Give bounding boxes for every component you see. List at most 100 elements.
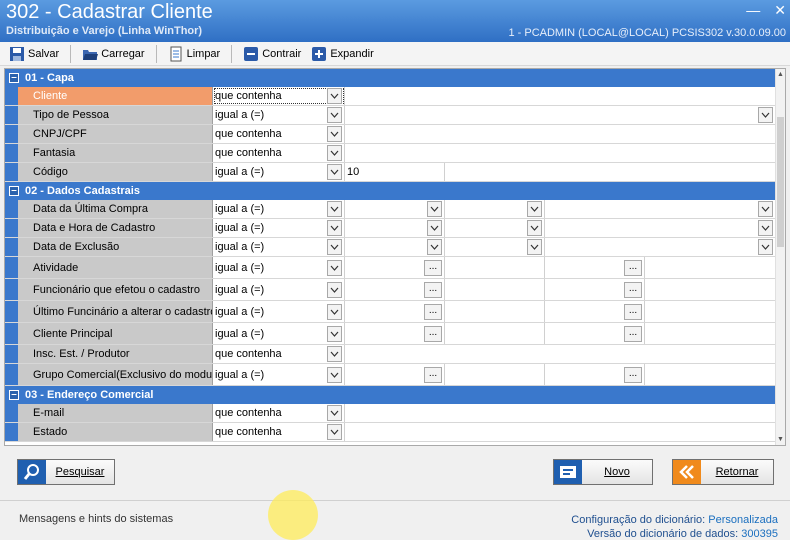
chevron-down-icon[interactable] [527,239,542,255]
operator-select[interactable]: igual a (=) [213,219,345,237]
range-to-desc[interactable] [645,279,775,300]
chevron-down-icon[interactable] [327,346,342,362]
date-from-select[interactable] [345,200,445,218]
chevron-down-icon[interactable] [427,239,442,255]
value-input[interactable] [345,423,775,441]
chevron-down-icon[interactable] [327,259,342,276]
date-to-select[interactable] [545,219,775,237]
field-label[interactable]: Insc. Est. / Produtor [18,345,213,363]
operator-select[interactable]: que contenha [213,423,345,441]
operator-select[interactable]: que contenha [213,87,345,105]
chevron-down-icon[interactable] [327,239,342,255]
ellipsis-button[interactable]: ... [424,325,442,342]
chevron-down-icon[interactable] [327,303,342,320]
chevron-down-icon[interactable] [327,405,342,421]
save-button[interactable]: Salvar [4,44,64,64]
chevron-down-icon[interactable] [527,201,542,217]
operator-select[interactable]: igual a (=) [213,163,345,181]
clear-button[interactable]: Limpar [163,44,226,64]
chevron-down-icon[interactable] [327,424,342,440]
range-to-input[interactable]: ... [545,279,645,300]
field-label[interactable]: CNPJ/CPF [18,125,213,143]
operator-select[interactable]: igual a (=) [213,200,345,218]
value-input[interactable] [345,125,775,143]
chevron-down-icon[interactable] [327,281,342,298]
value-input[interactable] [345,404,775,422]
operator-select[interactable]: que contenha [213,125,345,143]
range-to-desc[interactable] [645,257,775,278]
chevron-down-icon[interactable] [758,107,773,123]
search-button[interactable]: Pesquisar [17,459,115,485]
range-to-desc[interactable] [645,301,775,322]
chevron-down-icon[interactable] [427,201,442,217]
range-from-input[interactable]: ... [345,364,445,385]
ellipsis-button[interactable]: ... [624,303,642,320]
range-from-input[interactable]: ... [345,279,445,300]
chevron-down-icon[interactable] [758,201,773,217]
scroll-down-icon[interactable]: ▼ [776,436,785,443]
time-from-select[interactable] [445,200,545,218]
range-from-input[interactable]: ... [345,301,445,322]
chevron-down-icon[interactable] [327,325,342,342]
range-from-desc[interactable] [445,257,545,278]
time-from-select[interactable] [445,219,545,237]
scrollbar-thumb[interactable] [777,117,784,247]
chevron-down-icon[interactable] [327,126,342,142]
field-label[interactable]: Grupo Comercial(Exclusivo do modulo [18,364,213,385]
expand-button[interactable]: Expandir [306,44,378,64]
ellipsis-button[interactable]: ... [424,281,442,298]
value-input[interactable]: 10 [345,163,445,181]
field-label[interactable]: Código [18,163,213,181]
operator-select[interactable]: igual a (=) [213,364,345,385]
ellipsis-button[interactable]: ... [624,259,642,276]
range-to-input[interactable]: ... [545,364,645,385]
date-to-select[interactable] [545,238,775,256]
range-to-input[interactable]: ... [545,301,645,322]
config-value[interactable]: Personalizada [708,514,778,526]
chevron-down-icon[interactable] [327,107,342,123]
value-select[interactable] [345,106,775,124]
ellipsis-button[interactable]: ... [624,281,642,298]
operator-select[interactable]: que contenha [213,345,345,363]
section-header[interactable]: –01 - Capa [5,69,785,87]
chevron-down-icon[interactable] [758,239,773,255]
field-label[interactable]: Atividade [18,257,213,278]
new-button[interactable]: Novo [553,459,653,485]
field-label[interactable]: Estado [18,423,213,441]
field-label[interactable]: Último Funcinário a alterar o cadastro [18,301,213,322]
ellipsis-button[interactable]: ... [424,366,442,383]
range-from-input[interactable]: ... [345,323,445,344]
range-to-input[interactable]: ... [545,323,645,344]
close-button[interactable]: ✕ [774,2,786,19]
value-input-end[interactable] [445,163,775,181]
vertical-scrollbar[interactable]: ▲ ▼ [775,69,785,445]
chevron-down-icon[interactable] [327,145,342,161]
operator-select[interactable]: igual a (=) [213,279,345,300]
chevron-down-icon[interactable] [327,366,342,383]
minimize-button[interactable]: — [746,2,760,19]
operator-select[interactable]: igual a (=) [213,106,345,124]
value-input[interactable] [345,87,775,105]
operator-select[interactable]: igual a (=) [213,257,345,278]
chevron-down-icon[interactable] [327,220,342,236]
scroll-up-icon[interactable]: ▲ [776,71,785,78]
ellipsis-button[interactable]: ... [424,303,442,320]
chevron-down-icon[interactable] [327,164,342,180]
field-label[interactable]: Cliente Principal [18,323,213,344]
date-from-select[interactable] [345,219,445,237]
ellipsis-button[interactable]: ... [624,366,642,383]
chevron-down-icon[interactable] [527,220,542,236]
field-label[interactable]: Fantasia [18,144,213,162]
ellipsis-button[interactable]: ... [424,259,442,276]
field-label[interactable]: Funcionário que efetou o cadastro [18,279,213,300]
collapse-toggle-icon[interactable]: – [9,73,19,83]
range-to-desc[interactable] [645,364,775,385]
date-from-select[interactable] [345,238,445,256]
operator-select[interactable]: que contenha [213,144,345,162]
chevron-down-icon[interactable] [758,220,773,236]
chevron-down-icon[interactable] [327,201,342,217]
operator-select[interactable]: igual a (=) [213,323,345,344]
field-label[interactable]: Data de Exclusão [18,238,213,256]
range-to-desc[interactable] [645,323,775,344]
load-button[interactable]: Carregar [77,44,149,64]
